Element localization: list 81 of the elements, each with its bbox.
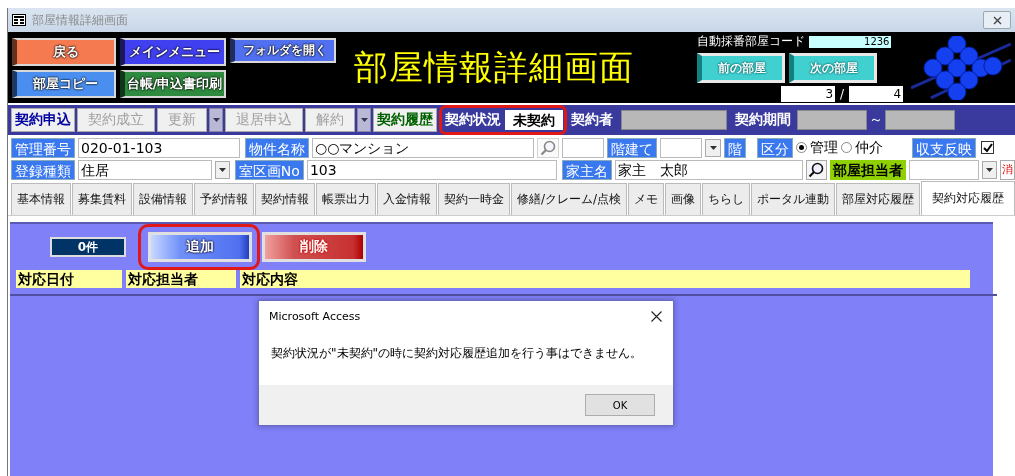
- record-field[interactable]: 3: [781, 86, 836, 102]
- clear-button[interactable]: 消: [999, 159, 1015, 180]
- screen-title: 部屋情報詳細画面: [354, 45, 635, 89]
- unit-number-field[interactable]: 103: [306, 159, 557, 180]
- search-button[interactable]: [806, 159, 827, 180]
- tab[interactable]: 契約情報: [255, 183, 315, 215]
- field-label: 管理番号: [11, 137, 75, 158]
- ok-button[interactable]: OK: [585, 394, 655, 416]
- owner-name-field[interactable]: 家主 太郎: [614, 159, 804, 180]
- field-label: 契約状況: [445, 111, 501, 129]
- field-label: 階建て: [607, 137, 657, 158]
- tab[interactable]: 設備情報: [133, 183, 193, 215]
- tab[interactable]: 基本情報: [11, 183, 71, 215]
- staff-field[interactable]: [908, 159, 979, 180]
- room-code-field: 1236: [809, 35, 892, 48]
- tab[interactable]: 契約対応履歴: [921, 181, 1015, 215]
- close-icon: [992, 15, 1002, 25]
- contract-button[interactable]: 契約申込: [11, 108, 75, 132]
- record-field[interactable]: 4: [849, 86, 904, 102]
- tab[interactable]: 画像: [665, 183, 702, 215]
- tab[interactable]: ちらし: [702, 183, 751, 215]
- text-field[interactable]: [562, 137, 604, 158]
- tab[interactable]: 部屋対応履歴: [836, 183, 921, 215]
- tab[interactable]: 予約情報: [194, 183, 254, 215]
- close-button[interactable]: [983, 11, 1011, 29]
- column-header: 対応日付: [16, 270, 122, 288]
- radio-label: 管理: [810, 138, 838, 157]
- field-label: 家主名: [561, 159, 612, 180]
- search-icon: [808, 161, 825, 178]
- tab[interactable]: 契約一時金: [438, 183, 510, 215]
- caret-icon: [709, 144, 717, 151]
- field-label: 物件名称: [245, 137, 309, 158]
- caret-icon: [985, 166, 993, 173]
- status-field: 未契約: [505, 110, 563, 130]
- field-label: 自動採番部屋コード: [697, 33, 806, 50]
- field-label: 階: [724, 137, 746, 158]
- separator-text: /: [840, 87, 845, 101]
- contract-button[interactable]: 契約履歴: [373, 108, 437, 132]
- column-header: 対応内容: [240, 270, 970, 288]
- field-label: 室区画No: [234, 159, 304, 180]
- dialog-title: Microsoft Access: [269, 309, 361, 323]
- separator-text: ～: [869, 111, 883, 129]
- tab[interactable]: 帳票出力: [316, 183, 376, 215]
- search-icon: [540, 139, 556, 156]
- dropdown-button[interactable]: [705, 138, 721, 157]
- dropdown-button[interactable]: [214, 160, 230, 179]
- registration-type-field[interactable]: 住居: [78, 159, 212, 180]
- delete-button[interactable]: 削除: [262, 232, 366, 262]
- management-number-field[interactable]: 020-01-103: [78, 137, 240, 158]
- field-label: 収支反映: [912, 137, 976, 158]
- form-icon: [12, 14, 26, 26]
- window-title: 部屋情報詳細画面: [32, 11, 128, 29]
- radio-button[interactable]: [796, 142, 807, 153]
- dialog-message: 契約状況が"未契約"の時に契約対応履歴追加を行う事はできません。: [270, 345, 644, 362]
- caret-icon: [360, 117, 368, 123]
- field-label: 契約期間: [735, 111, 791, 129]
- radio-label: 仲介: [855, 138, 883, 157]
- tab[interactable]: 修繕/クレーム/点検: [511, 183, 628, 215]
- close-icon: [650, 310, 662, 322]
- field-label: 契約者: [571, 111, 613, 129]
- field-label: 区分: [757, 137, 793, 158]
- property-name-field[interactable]: ○○マンション: [312, 137, 534, 158]
- tab[interactable]: 入金情報: [377, 183, 437, 215]
- dropdown-button[interactable]: [981, 160, 997, 179]
- tab[interactable]: メモ: [628, 183, 665, 215]
- period-end-field: [885, 110, 955, 130]
- floor-field[interactable]: [660, 137, 702, 158]
- field-label: 部屋担当者: [829, 159, 906, 180]
- radio-button[interactable]: [841, 142, 852, 153]
- count-badge: 0件: [50, 237, 126, 257]
- tab[interactable]: ポータル連動: [751, 183, 836, 215]
- menu-button[interactable]: 台帳/申込書印刷: [120, 69, 226, 98]
- menu-button[interactable]: フォルダを開く: [230, 37, 336, 63]
- caret-icon: [212, 117, 220, 123]
- column-header: 対応担当者: [126, 270, 236, 288]
- caret-icon: [218, 166, 226, 173]
- checkbox[interactable]: [981, 141, 994, 154]
- tab[interactable]: 募集賃料: [72, 183, 132, 215]
- menu-button[interactable]: メインメニュー: [120, 37, 226, 66]
- field-label: 登録種類: [11, 159, 75, 180]
- period-start-field: [797, 110, 867, 130]
